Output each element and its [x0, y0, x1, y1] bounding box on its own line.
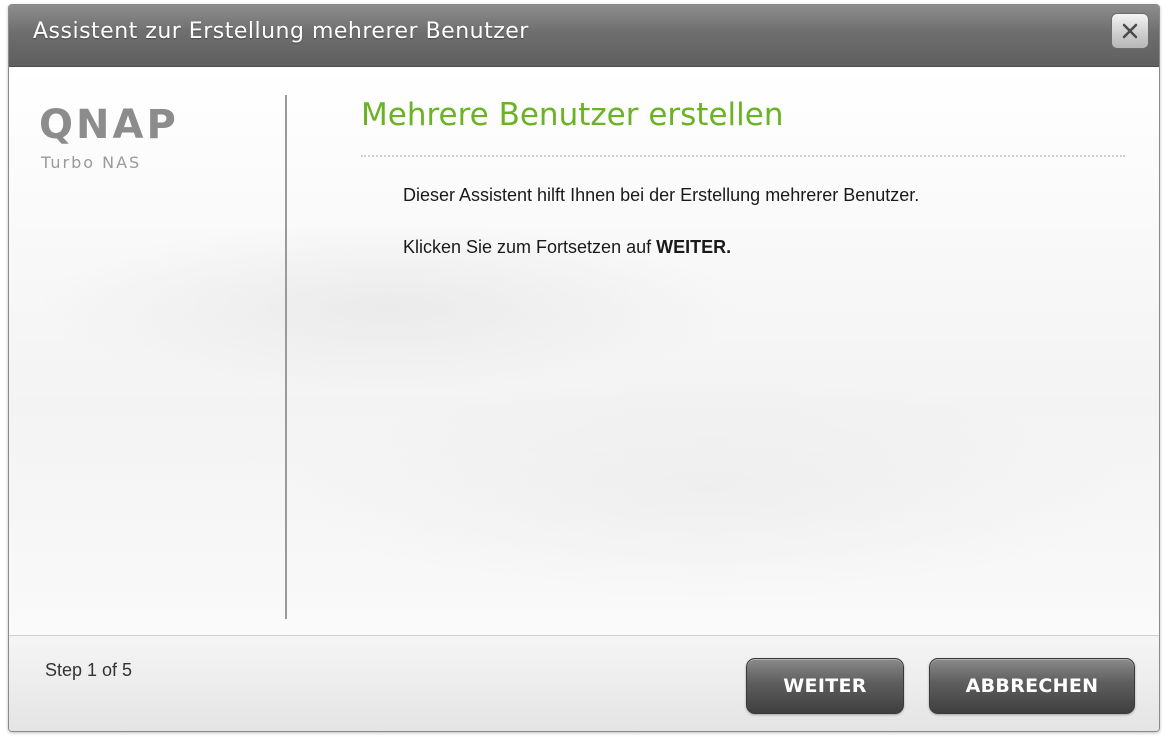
page-title: Mehrere Benutzer erstellen [361, 97, 784, 133]
cancel-button[interactable]: ABBRECHEN [929, 658, 1135, 714]
close-button[interactable] [1111, 13, 1149, 49]
qnap-logo: QNAP Turbo NAS [39, 103, 239, 183]
dotted-separator [361, 155, 1125, 157]
window-title: Assistent zur Erstellung mehrerer Benutz… [33, 19, 529, 44]
title-bar: Assistent zur Erstellung mehrerer Benutz… [9, 5, 1159, 67]
instruction-text: Klicken Sie zum Fortsetzen auf WEITER. [403, 237, 731, 258]
logo-text: QNAP [39, 102, 179, 148]
main-panel: Mehrere Benutzer erstellen Dieser Assist… [305, 67, 1145, 635]
instruction-prefix: Klicken Sie zum Fortsetzen auf [403, 237, 657, 257]
vertical-divider [285, 95, 287, 619]
step-indicator: Step 1 of 5 [45, 660, 133, 680]
intro-text: Dieser Assistent hilft Ihnen bei der Ers… [403, 185, 920, 205]
footer-bar: Step 1 of 5 WEITER ABBRECHEN [9, 635, 1159, 731]
sidebar: QNAP Turbo NAS [9, 67, 285, 635]
instruction-bold: WEITER. [656, 237, 732, 257]
wizard-content: QNAP Turbo NAS Mehrere Benutzer erstelle… [9, 67, 1159, 635]
next-button[interactable]: WEITER [746, 658, 904, 714]
logo-subtitle: Turbo NAS [41, 153, 142, 172]
close-icon [1122, 23, 1138, 39]
wizard-window: Assistent zur Erstellung mehrerer Benutz… [8, 4, 1160, 732]
